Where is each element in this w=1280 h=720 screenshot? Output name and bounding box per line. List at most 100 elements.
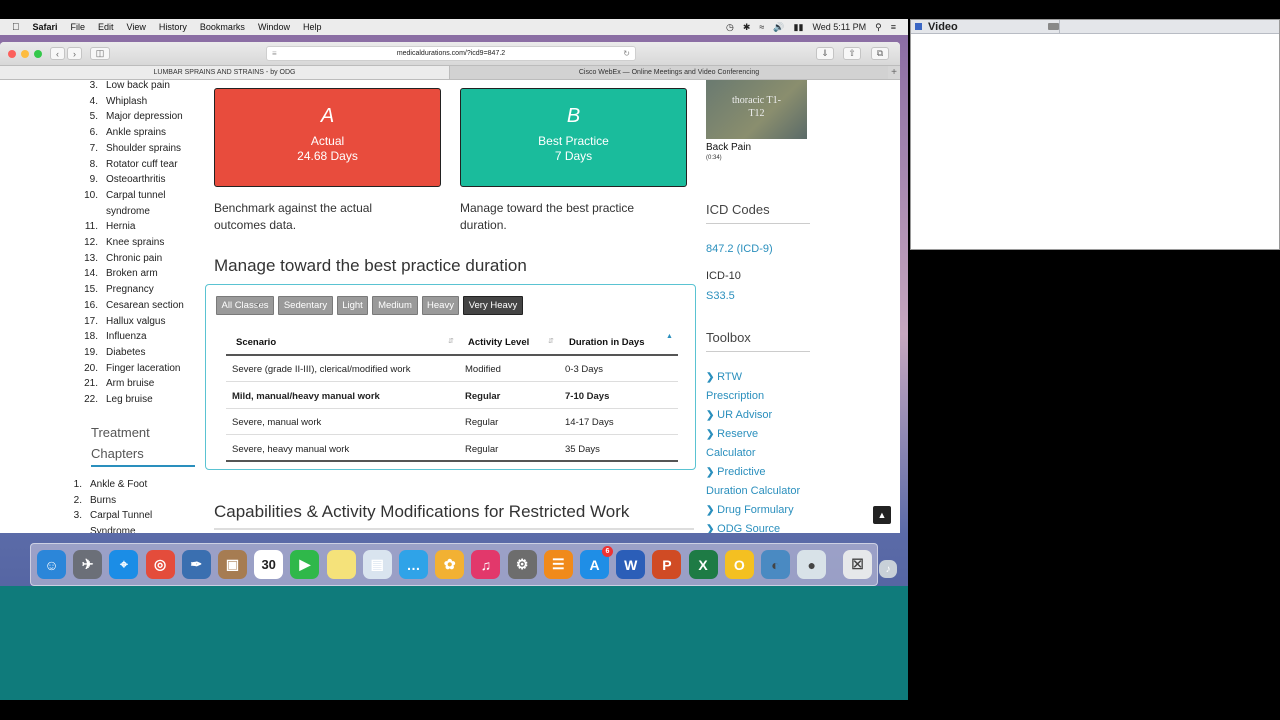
toolbox-link[interactable]: ❯ Drug Formulary xyxy=(706,501,826,520)
filter-heavy[interactable]: Heavy xyxy=(422,296,459,315)
notes-icon[interactable] xyxy=(326,550,356,579)
powerpoint-icon[interactable]: P xyxy=(652,550,682,579)
condition-item[interactable]: 13. Chronic pain xyxy=(78,251,198,267)
condition-item[interactable]: 15. Pregnancy xyxy=(78,282,198,298)
spotlight-icon[interactable]: ⚲ xyxy=(875,22,882,33)
condition-item[interactable]: 9. Osteoarthritis xyxy=(78,172,198,188)
treatment-chapter-item[interactable]: 3. Carpal Tunnel Syndrome xyxy=(62,508,192,533)
bluetooth-icon[interactable]: ✱ xyxy=(743,22,751,33)
reload-icon[interactable]: ↻ xyxy=(623,49,630,58)
condition-item[interactable]: 17. Hallux valgus xyxy=(78,314,198,330)
contacts-icon[interactable]: ▣ xyxy=(218,550,247,579)
menu-file[interactable]: File xyxy=(71,22,86,32)
menu-window[interactable]: Window xyxy=(258,22,290,32)
globe-icon[interactable]: ● xyxy=(797,550,827,579)
menu-edit[interactable]: Edit xyxy=(98,22,114,32)
system-preferences-icon[interactable]: ⚙ xyxy=(507,550,537,579)
condition-item[interactable]: 12. Knee sprains xyxy=(78,235,198,251)
filter-medium[interactable]: Medium xyxy=(372,296,418,315)
menu-help[interactable]: Help xyxy=(303,22,322,32)
safari-icon[interactable]: ⌖ xyxy=(109,550,139,579)
camera-icon[interactable] xyxy=(1048,23,1059,30)
condition-item[interactable]: 5. Major depression xyxy=(78,109,198,125)
app-store-icon[interactable]: A6 xyxy=(580,546,613,579)
toolbox-link[interactable]: ❯ RTW Prescription xyxy=(706,368,826,406)
condition-item[interactable]: 8. Rotator cuff tear xyxy=(78,157,198,173)
col-header-scenario[interactable]: Scenario xyxy=(236,337,276,348)
close-window-icon[interactable] xyxy=(8,50,16,58)
excel-icon[interactable]: X xyxy=(688,550,718,579)
photos-icon[interactable]: ✿ xyxy=(435,550,465,579)
icd10-link[interactable]: S33.5 xyxy=(706,287,735,306)
messages-icon[interactable]: … xyxy=(399,550,428,579)
condition-item[interactable]: 6. Ankle sprains xyxy=(78,125,198,141)
reader-icon[interactable]: ≡ xyxy=(272,49,277,58)
wifi-icon[interactable]: ≈ xyxy=(759,22,764,32)
toolbox-link[interactable]: ❯ Predictive Duration Calculator xyxy=(706,463,826,501)
photo-icon[interactable]: ▤ xyxy=(362,550,392,579)
volume-icon[interactable]: 🔊 xyxy=(773,22,784,33)
minimize-window-icon[interactable] xyxy=(21,50,29,58)
condition-item[interactable]: 18. Influenza xyxy=(78,329,198,345)
video-thumbnail[interactable]: thoracic T1-T12 xyxy=(706,80,807,139)
tab-lumbar-sprains[interactable]: LUMBAR SPRAINS AND STRAINS - by ODG xyxy=(0,66,450,79)
outlook-icon[interactable]: O xyxy=(724,550,754,579)
condition-item[interactable]: 21. Arm bruise xyxy=(78,376,198,392)
menubar-clock[interactable]: Wed 5:11 PM xyxy=(812,22,866,32)
condition-item[interactable]: 11. Hernia xyxy=(78,219,198,235)
scroll-to-top-button[interactable]: ▲ xyxy=(873,506,891,524)
menu-view[interactable]: View xyxy=(127,22,146,32)
col-header-duration[interactable]: Duration in Days xyxy=(569,337,645,348)
sort-scenario-icon[interactable]: ⇵ xyxy=(448,337,454,345)
downloads-icon[interactable]: ⇓ xyxy=(816,47,834,60)
back-button[interactable]: ‹ xyxy=(50,47,65,60)
toolbox-link[interactable]: ❯ UR Advisor xyxy=(706,406,826,425)
tabs-overview-icon[interactable]: ⧉ xyxy=(871,47,889,60)
condition-item[interactable]: 19. Diabetes xyxy=(78,345,198,361)
condition-item[interactable]: 16. Cesarean section xyxy=(78,298,198,314)
condition-item[interactable]: 7. Shoulder sprains xyxy=(78,141,198,157)
filter-light[interactable]: Light xyxy=(337,296,368,315)
new-tab-button[interactable]: + xyxy=(888,66,900,79)
preview-icon[interactable]: ✒ xyxy=(181,550,211,579)
address-bar[interactable]: ≡ medicaldurations.com/?icd9=847.2 ↻ xyxy=(266,46,636,61)
video-title[interactable]: Back Pain xyxy=(706,142,751,153)
treatment-chapter-item[interactable]: 2. Burns xyxy=(62,493,192,509)
forward-button[interactable]: › xyxy=(67,47,82,60)
condition-item[interactable]: 20. Finger laceration xyxy=(78,361,198,377)
battery-icon[interactable]: ▮▮ xyxy=(794,22,804,33)
sidebar-icon[interactable]: ◫ xyxy=(90,47,110,60)
time-machine-icon[interactable]: ◷ xyxy=(726,22,734,33)
icd9-link[interactable]: 847.2 (ICD-9) xyxy=(706,240,773,259)
treatment-chapter-item[interactable]: 1. Ankle & Foot xyxy=(62,477,192,493)
launchpad-icon[interactable]: ✈ xyxy=(73,550,103,579)
webex-icon[interactable]: ◐ xyxy=(761,550,790,579)
finder-icon[interactable]: ☺ xyxy=(37,550,66,579)
share-icon[interactable]: ⇧ xyxy=(843,47,861,60)
ibooks-icon[interactable]: ☰ xyxy=(543,550,573,579)
zoom-window-icon[interactable] xyxy=(34,50,42,58)
condition-item[interactable]: 22. Leg bruise xyxy=(78,392,198,408)
itunes-icon[interactable]: ♫ xyxy=(471,550,501,579)
condition-item[interactable]: 10. Carpal tunnel syndrome xyxy=(78,188,198,219)
condition-item[interactable]: 4. Whiplash xyxy=(78,94,198,110)
filter-very-heavy[interactable]: Very Heavy xyxy=(463,296,523,315)
sort-duration-icon[interactable]: ▲ xyxy=(666,333,673,340)
toolbox-link[interactable]: ❯ Reserve Calculator xyxy=(706,425,826,463)
filter-sedentary[interactable]: Sedentary xyxy=(278,296,333,315)
notification-center-icon[interactable]: ≡ xyxy=(891,22,896,32)
menu-bookmarks[interactable]: Bookmarks xyxy=(200,22,245,32)
itunes-small-icon[interactable]: ♪ xyxy=(879,560,897,578)
toolbox-link[interactable]: ❯ ODG Source xyxy=(706,520,826,533)
tab-cisco-webex[interactable]: Cisco WebEx — Online Meetings and Video … xyxy=(450,66,888,79)
trash-icon[interactable]: ☒ xyxy=(843,550,872,579)
facetime-icon[interactable]: ▶ xyxy=(290,550,320,579)
col-header-activity-level[interactable]: Activity Level xyxy=(468,337,529,348)
filter-all-classes[interactable]: All Classes xyxy=(216,296,274,315)
condition-item[interactable]: 14. Broken arm xyxy=(78,266,198,282)
condition-item[interactable]: 3. Low back pain xyxy=(78,80,198,94)
menu-app-safari[interactable]: Safari xyxy=(33,22,58,32)
calendar-icon[interactable]: 30 xyxy=(254,550,284,579)
apple-menu-icon[interactable]:  xyxy=(12,22,20,33)
video-panel-titlebar[interactable]: Video xyxy=(911,20,1279,34)
